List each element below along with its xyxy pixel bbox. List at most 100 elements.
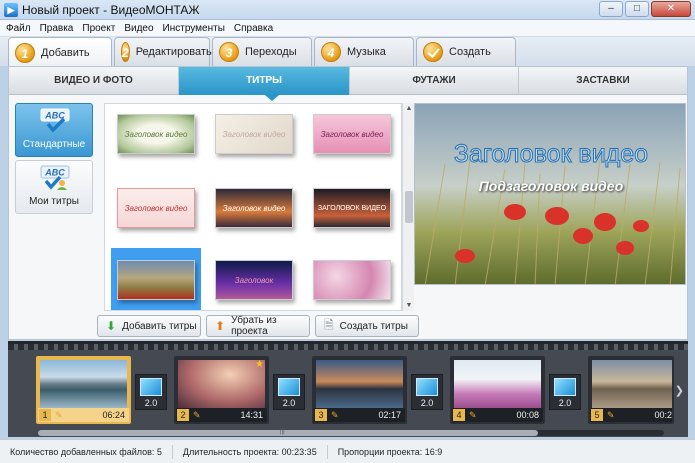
title-thumbnail[interactable]: ЗАГОЛОВОК ВИДЕО bbox=[313, 188, 391, 228]
title-thumbnail[interactable]: Заголовок видео bbox=[215, 188, 293, 228]
window-controls: – □ ✕ bbox=[599, 1, 691, 17]
category-standard[interactable]: ABC Стандартные bbox=[15, 103, 93, 157]
timeline-clip[interactable]: 3 ✎ 02:17 bbox=[312, 356, 407, 424]
gallery-scrollbar[interactable]: ▲ ▼ bbox=[402, 103, 414, 311]
category-list: ABC Стандартные ABC Мои титры bbox=[15, 103, 95, 217]
create-titles-button[interactable]: 🗎 Создать титры bbox=[315, 315, 419, 337]
step-number-badge: 1 bbox=[15, 42, 35, 63]
clip-info-bar: 1 ✎ 06:24 bbox=[38, 408, 129, 422]
content-panel: ВИДЕО И ФОТО ТИТРЫ ФУТАЖИ ЗАСТАВКИ ABC С… bbox=[8, 66, 688, 340]
button-label: Убрать из проекта bbox=[231, 315, 277, 337]
scroll-up-icon[interactable]: ▲ bbox=[405, 105, 413, 112]
svg-text:ABC: ABC bbox=[44, 168, 65, 178]
preview-title: Заголовок видео bbox=[453, 140, 649, 169]
category-label: Стандартные bbox=[22, 139, 86, 150]
preview-image bbox=[415, 104, 685, 284]
transition-duration: 2.0 bbox=[282, 398, 296, 408]
edit-pencil-icon[interactable]: ✎ bbox=[607, 410, 615, 421]
tab-label: Добавить bbox=[41, 46, 90, 59]
status-duration: Длительность проекта: 00:23:35 bbox=[173, 444, 328, 459]
clip-info-bar: 4 ✎ 00:08 bbox=[452, 408, 543, 422]
app-icon: ▶ bbox=[4, 3, 18, 17]
title-thumbnail[interactable]: Заголовок bbox=[215, 260, 293, 300]
abc-check-icon: ABC bbox=[40, 108, 70, 134]
tab-create[interactable]: Создать bbox=[416, 37, 516, 66]
preview-subtitle: Подзаголовок видео bbox=[478, 178, 624, 194]
scrollbar-thumb[interactable] bbox=[405, 191, 413, 223]
remove-from-project-button[interactable]: ⬆ Убрать из проекта bbox=[206, 315, 310, 337]
edit-pencil-icon[interactable]: ✎ bbox=[469, 410, 477, 421]
checkmark-icon bbox=[423, 42, 443, 62]
menu-edit[interactable]: Правка bbox=[40, 23, 74, 34]
transition-duration: 2.0 bbox=[420, 398, 434, 408]
tab-edit[interactable]: 2 Редактировать bbox=[114, 37, 212, 66]
timeline-clip[interactable]: 1 ✎ 06:24 bbox=[36, 356, 131, 424]
window-title: Новый проект - ВидеоМОНТАЖ bbox=[22, 3, 200, 17]
tab-add[interactable]: 1 Добавить bbox=[8, 37, 112, 67]
edit-pencil-icon[interactable]: ✎ bbox=[331, 410, 339, 421]
tab-label: Редактировать bbox=[135, 46, 212, 58]
edit-pencil-icon[interactable]: ✎ bbox=[55, 410, 63, 421]
subtab-footage[interactable]: ФУТАЖИ bbox=[350, 67, 519, 95]
timeline-clip[interactable]: 5 ✎ 00:20 bbox=[588, 356, 674, 424]
timeline-scrollbar[interactable]: ||| bbox=[38, 429, 664, 436]
clip-number: 1 bbox=[39, 409, 51, 421]
menu-project[interactable]: Проект bbox=[82, 23, 115, 34]
minimize-button[interactable]: – bbox=[599, 1, 623, 17]
tab-label: Музыка bbox=[347, 46, 386, 58]
title-thumbnail[interactable]: Заголовок видео bbox=[117, 114, 195, 154]
transition-block[interactable]: 2.0 bbox=[135, 374, 167, 410]
scroll-down-icon[interactable]: ▼ bbox=[405, 302, 413, 309]
subtab-titles[interactable]: ТИТРЫ bbox=[179, 67, 350, 95]
subtab-intros[interactable]: ЗАСТАВКИ bbox=[519, 67, 687, 95]
menu-tools[interactable]: Инструменты bbox=[163, 23, 225, 34]
timeline-clip[interactable]: 4 ✎ 00:08 bbox=[450, 356, 545, 424]
transition-block[interactable]: 2.0 bbox=[411, 374, 443, 410]
close-button[interactable]: ✕ bbox=[651, 1, 691, 17]
menu-bar: Файл Правка Проект Видео Инструменты Спр… bbox=[0, 20, 695, 37]
menu-file[interactable]: Файл bbox=[6, 23, 31, 34]
clip-thumbnail bbox=[454, 360, 541, 408]
star-icon: ★ bbox=[255, 359, 264, 370]
category-my-titles[interactable]: ABC Мои титры bbox=[15, 160, 93, 214]
timeline-clip[interactable]: ★ 2 ✎ 14:31 bbox=[174, 356, 269, 424]
status-bar: Количество добавленных файлов: 5 Длитель… bbox=[0, 439, 695, 463]
transition-icon bbox=[140, 378, 162, 396]
menu-video[interactable]: Видео bbox=[124, 23, 153, 34]
transition-block[interactable]: 2.0 bbox=[549, 374, 581, 410]
transition-duration: 2.0 bbox=[558, 398, 572, 408]
clip-thumbnail bbox=[40, 360, 127, 408]
titles-gallery: Заголовок видео Заголовок видео Заголово… bbox=[104, 103, 402, 311]
button-label: Создать титры bbox=[339, 320, 408, 332]
add-titles-button[interactable]: ⬇ Добавить титры bbox=[97, 315, 201, 337]
clip-number: 3 bbox=[315, 409, 327, 421]
step-number-badge: 4 bbox=[321, 42, 341, 62]
clip-duration: 14:31 bbox=[240, 410, 263, 420]
chevron-right-icon[interactable]: ❯ bbox=[675, 384, 684, 397]
title-bar: ▶ Новый проект - ВидеоМОНТАЖ – □ ✕ bbox=[0, 0, 695, 20]
title-thumbnail[interactable]: Заголовок видео bbox=[313, 114, 391, 154]
transition-block[interactable]: 2.0 bbox=[273, 374, 305, 410]
subtabs: ВИДЕО И ФОТО ТИТРЫ ФУТАЖИ ЗАСТАВКИ bbox=[9, 67, 687, 95]
subtab-video-photo[interactable]: ВИДЕО И ФОТО bbox=[9, 67, 179, 95]
clip-number: 5 bbox=[591, 409, 603, 421]
clip-duration: 00:20 bbox=[654, 410, 672, 420]
tab-music[interactable]: 4 Музыка bbox=[314, 37, 414, 66]
category-label: Мои титры bbox=[29, 196, 79, 207]
clip-info-bar: 3 ✎ 02:17 bbox=[314, 408, 405, 422]
title-thumbnail[interactable] bbox=[313, 260, 391, 300]
status-file-count: Количество добавленных файлов: 5 bbox=[0, 444, 173, 459]
title-thumbnail[interactable]: Заголовок видео bbox=[215, 114, 293, 154]
title-thumbnail[interactable] bbox=[117, 260, 195, 300]
tab-label: Создать bbox=[449, 46, 491, 58]
title-thumbnail[interactable]: Заголовок видео bbox=[117, 188, 195, 228]
edit-pencil-icon[interactable]: ✎ bbox=[193, 410, 201, 421]
timeline-scrollbar-thumb[interactable]: ||| bbox=[38, 429, 538, 436]
step-number-badge: 3 bbox=[219, 42, 239, 62]
menu-help[interactable]: Справка bbox=[234, 23, 273, 34]
clip-number: 4 bbox=[453, 409, 465, 421]
maximize-button[interactable]: □ bbox=[625, 1, 649, 17]
document-icon: 🗎 bbox=[324, 317, 334, 332]
active-tab-pointer bbox=[265, 95, 279, 101]
tab-transitions[interactable]: 3 Переходы bbox=[212, 37, 312, 66]
